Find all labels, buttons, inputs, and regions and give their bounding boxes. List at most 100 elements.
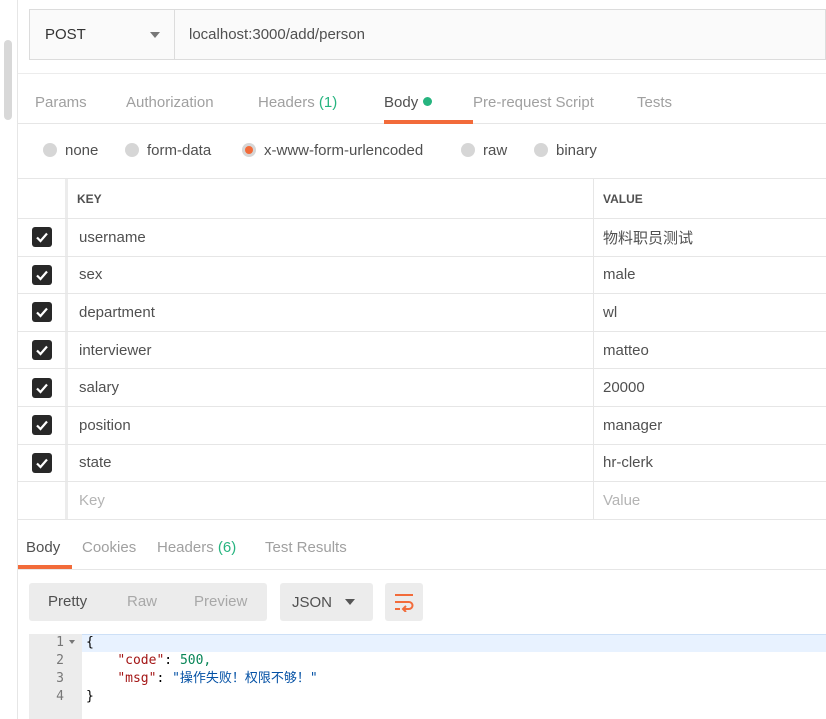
tab-tests[interactable]: Tests <box>637 74 672 124</box>
param-value[interactable]: 20000 <box>594 369 826 406</box>
response-tab-test-results[interactable]: Test Results <box>265 526 347 569</box>
row-checkbox-cell <box>18 331 68 369</box>
row-checkbox[interactable] <box>31 452 52 473</box>
response-active-tab-indicator <box>18 565 72 569</box>
checkmark-icon <box>35 308 48 319</box>
radio-checked-icon <box>242 143 256 157</box>
code-line-1: { <box>86 635 94 650</box>
radio-form-data[interactable]: form-data <box>125 139 211 161</box>
param-key[interactable]: interviewer <box>68 331 594 369</box>
table-row: salary 20000 <box>18 369 826 407</box>
url-input[interactable]: localhost:3000/add/person <box>175 10 825 59</box>
chevron-down-icon <box>150 31 160 38</box>
pretty-button[interactable]: Pretty <box>48 583 87 621</box>
new-value-input[interactable]: Value <box>594 482 826 519</box>
tab-authorization[interactable]: Authorization <box>126 74 214 124</box>
format-select[interactable]: JSON <box>280 583 373 621</box>
radio-icon <box>43 143 57 157</box>
radio-icon <box>125 143 139 157</box>
tab-body[interactable]: Body <box>384 74 433 124</box>
radio-x-www-form-urlencoded[interactable]: x-www-form-urlencoded <box>242 139 423 161</box>
row-checkbox-cell <box>18 219 68 256</box>
radio-icon <box>461 143 475 157</box>
row-checkbox-cell <box>18 444 68 482</box>
method-select[interactable]: POST <box>30 10 175 59</box>
param-key[interactable]: department <box>68 294 594 331</box>
left-scrollbar[interactable] <box>0 0 18 719</box>
tab-params[interactable]: Params <box>35 74 87 124</box>
tab-headers[interactable]: Headers (1) <box>258 74 337 124</box>
param-value[interactable]: matteo <box>594 332 826 369</box>
format-label: JSON <box>292 593 333 611</box>
code-line-3: "msg": "操作失败！权限不够！" <box>117 671 318 686</box>
table-row: sex male <box>18 256 826 295</box>
param-key[interactable]: position <box>68 406 594 444</box>
param-value[interactable]: 物料职员测试 <box>594 219 826 256</box>
preview-button[interactable]: Preview <box>194 583 247 621</box>
checkmark-icon <box>35 233 48 243</box>
key-column-header: KEY <box>68 179 594 218</box>
response-tabs: Body Cookies Headers (6) Test Results <box>18 526 826 570</box>
row-checkbox[interactable] <box>31 264 52 285</box>
checkmark-icon <box>35 345 48 356</box>
code-line-2: "code": 500, <box>117 653 212 668</box>
table-row: department wl <box>18 294 826 332</box>
body-type-radios: none form-data x-www-form-urlencoded raw… <box>18 125 826 179</box>
response-body-editor[interactable]: 1 2 3 4 { "code": 500, "msg": "操作失败！权限不够… <box>29 634 826 719</box>
line-number: 1 <box>56 635 64 650</box>
tab-pre-request-script[interactable]: Pre-request Script <box>473 74 594 124</box>
method-label: POST <box>45 26 86 43</box>
param-value[interactable]: male <box>594 257 826 294</box>
radio-icon <box>534 143 548 157</box>
table-row-new: Key Value <box>18 482 826 520</box>
checkmark-icon <box>35 458 48 469</box>
request-url-bar: POST localhost:3000/add/person <box>29 9 826 60</box>
wrap-icon <box>395 594 414 612</box>
param-key[interactable]: sex <box>68 256 594 294</box>
radio-raw[interactable]: raw <box>461 139 507 161</box>
radio-binary[interactable]: binary <box>534 139 597 161</box>
request-tabs: Params Authorization Headers (1) Body Pr… <box>18 73 826 124</box>
param-value[interactable]: manager <box>594 407 826 444</box>
response-tab-body[interactable]: Body <box>26 526 60 569</box>
row-checkbox[interactable] <box>31 227 52 248</box>
active-tab-indicator <box>384 120 473 124</box>
row-checkbox-cell <box>18 369 68 406</box>
new-key-input[interactable]: Key <box>68 482 594 519</box>
response-headers-count: (6) <box>217 539 237 556</box>
param-key[interactable]: state <box>68 444 594 482</box>
row-checkbox[interactable] <box>31 377 52 398</box>
table-header: KEY VALUE <box>18 179 826 219</box>
table-row: position manager <box>18 406 826 445</box>
line-number: 4 <box>56 689 64 704</box>
param-value[interactable]: wl <box>594 294 826 331</box>
response-tab-headers[interactable]: Headers (6) <box>157 526 236 569</box>
response-tab-cookies[interactable]: Cookies <box>82 526 136 569</box>
table-row: interviewer matteo <box>18 331 826 370</box>
row-checkbox-cell <box>18 256 68 294</box>
headers-count: (1) <box>318 94 338 111</box>
scrollbar-thumb[interactable] <box>4 40 12 120</box>
chevron-down-icon <box>345 599 355 605</box>
row-checkbox[interactable] <box>31 302 52 323</box>
param-key[interactable]: username <box>68 219 594 256</box>
wrap-lines-button[interactable] <box>385 583 423 621</box>
line-number: 2 <box>56 653 64 668</box>
raw-button[interactable]: Raw <box>127 583 157 621</box>
line-number-gutter: 1 2 3 4 <box>29 634 82 719</box>
view-mode-group: Pretty Raw Preview <box>29 583 267 621</box>
row-checkbox-cell <box>18 406 68 444</box>
code-line-4: } <box>86 689 94 704</box>
fold-arrow-icon[interactable] <box>69 640 75 644</box>
table-row: username 物料职员测试 <box>18 219 826 257</box>
params-table: KEY VALUE username 物料职员测试 sex male departmen… <box>18 179 826 520</box>
body-indicator-dot <box>423 97 433 106</box>
value-column-header: VALUE <box>603 191 643 206</box>
row-checkbox[interactable] <box>31 340 52 361</box>
param-key[interactable]: salary <box>68 369 594 406</box>
row-checkbox-cell <box>18 294 68 331</box>
param-value[interactable]: hr-clerk <box>594 445 826 482</box>
row-checkbox[interactable] <box>31 415 52 436</box>
table-row: state hr-clerk <box>18 444 826 483</box>
radio-none[interactable]: none <box>43 139 98 161</box>
